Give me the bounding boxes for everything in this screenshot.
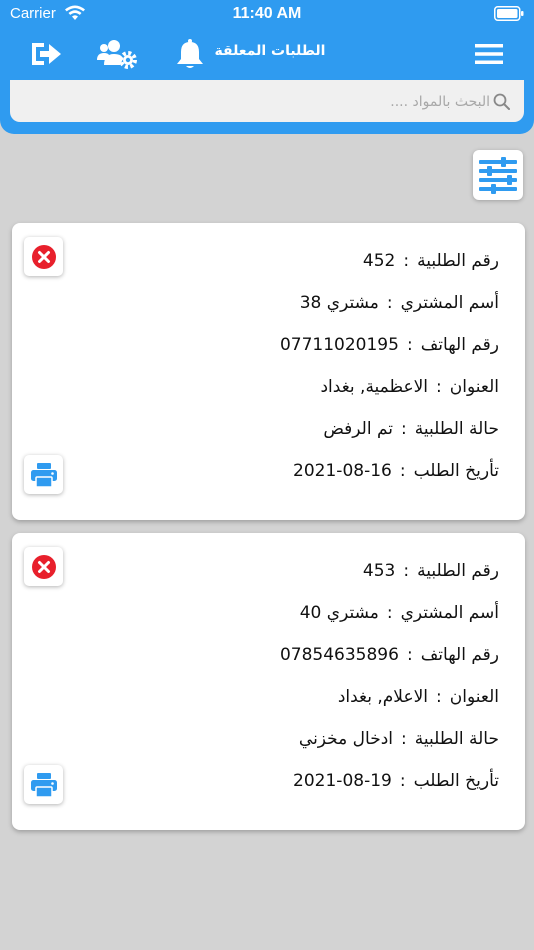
- users-settings-button[interactable]: [96, 38, 140, 70]
- status-bar: Carrier 11:40 AM: [0, 0, 534, 28]
- battery-icon: [494, 6, 524, 21]
- order-status: ادخال مخزني: [298, 729, 394, 749]
- page-title: الطلبات المعلقة: [214, 43, 326, 59]
- logout-button[interactable]: [27, 38, 65, 70]
- print-order-button[interactable]: [24, 455, 63, 494]
- search-icon: [493, 93, 510, 110]
- address-row: العنوان:الاعلام, بغداد: [337, 687, 499, 707]
- phone-row: رقم الهاتف:07711020195: [279, 335, 499, 355]
- printer-icon: [30, 462, 57, 488]
- buyer-name: مشتري 38: [299, 293, 379, 313]
- order-status-row: حالة الطلبية:تم الرفض: [323, 419, 499, 439]
- order-date: 16-08-2021: [293, 461, 392, 481]
- search-input[interactable]: [24, 82, 490, 122]
- phone-number: 07711020195: [279, 335, 399, 355]
- clock: 11:40 AM: [232, 5, 302, 22]
- address: الاعظمية, بغداد: [320, 377, 429, 397]
- order-number: 453: [362, 561, 396, 581]
- order-date-row: تأريخ الطلب:19-08-2021: [293, 771, 499, 791]
- cancel-order-button[interactable]: [24, 547, 63, 586]
- phone-row: رقم الهاتف:07854635896: [279, 645, 499, 665]
- print-order-button[interactable]: [24, 765, 63, 804]
- order-card: رقم الطلبية:452 أسم المشتري:مشتري 38 رقم…: [12, 223, 525, 520]
- phone-number: 07854635896: [279, 645, 399, 665]
- close-icon: [31, 244, 56, 269]
- logout-icon: [32, 43, 61, 65]
- top-navbar: الطلبات المعلقة: [0, 28, 534, 80]
- buyer-name-row: أسم المشتري:مشتري 40: [299, 603, 499, 623]
- order-status: تم الرفض: [323, 419, 394, 439]
- printer-icon: [30, 772, 57, 798]
- filter-button[interactable]: [473, 150, 523, 200]
- order-status-row: حالة الطلبية:ادخال مخزني: [298, 729, 499, 749]
- close-icon: [31, 554, 56, 579]
- order-number-row: رقم الطلبية:452: [362, 251, 499, 271]
- address: الاعلام, بغداد: [337, 687, 429, 707]
- order-number-row: رقم الطلبية:453: [362, 561, 499, 581]
- hamburger-menu-icon: [475, 44, 503, 64]
- cancel-order-button[interactable]: [24, 237, 63, 276]
- search-bar: [10, 80, 524, 122]
- order-date: 19-08-2021: [293, 771, 392, 791]
- menu-button[interactable]: [470, 38, 508, 70]
- order-date-row: تأريخ الطلب:16-08-2021: [293, 461, 499, 481]
- users-settings-icon: [97, 40, 137, 69]
- order-card: رقم الطلبية:453 أسم المشتري:مشتري 40 رقم…: [12, 533, 525, 830]
- search-bar-container: [0, 80, 534, 134]
- buyer-name: مشتري 40: [299, 603, 379, 623]
- buyer-name-row: أسم المشتري:مشتري 38: [299, 293, 499, 313]
- sliders-filter-icon: [479, 157, 517, 194]
- order-number: 452: [362, 251, 396, 271]
- address-row: العنوان:الاعظمية, بغداد: [320, 377, 499, 397]
